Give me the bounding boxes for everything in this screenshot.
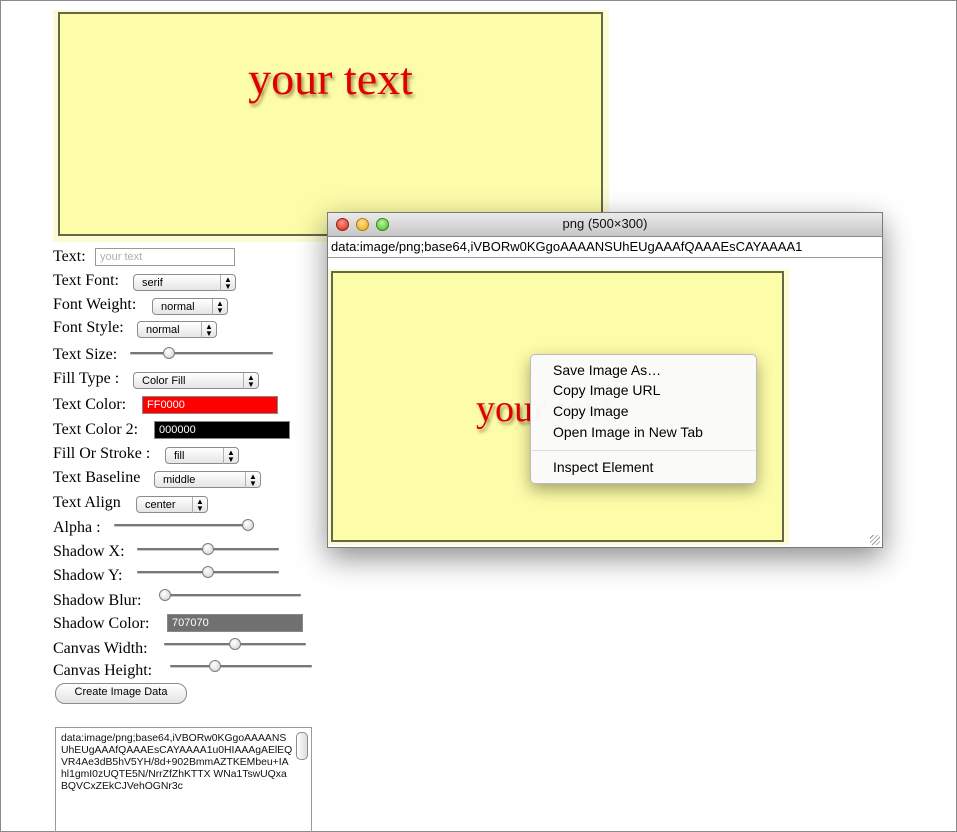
menu-separator <box>532 450 755 451</box>
slider-knob[interactable] <box>159 589 171 601</box>
resize-grip-icon[interactable] <box>870 535 880 545</box>
text-size-label: Text Size: <box>53 346 118 363</box>
text-font-row: Text Font: <box>53 272 119 290</box>
alpha-row: Alpha : <box>53 519 101 537</box>
text-color-label: Text Color: <box>53 396 127 413</box>
shadow-blur-label: Shadow Blur: <box>53 592 142 609</box>
fill-or-stroke-value: fill <box>174 450 185 462</box>
text-font-select[interactable]: serif ▲ ▼ <box>133 274 236 291</box>
select-arrows-icon: ▲ ▼ <box>243 373 258 389</box>
shadow-blur-row: Shadow Blur: <box>53 592 141 610</box>
fill-or-stroke-row: Fill Or Stroke : <box>53 445 150 463</box>
shadow-color-label: Shadow Color: <box>53 615 150 632</box>
font-style-select[interactable]: normal ▲ ▼ <box>137 321 217 338</box>
slider-knob[interactable] <box>242 519 254 531</box>
text-baseline-row: Text Baseline <box>53 469 140 487</box>
slider-knob[interactable] <box>229 638 241 650</box>
font-style-row: Font Style: <box>53 319 124 337</box>
select-arrows-icon: ▲ ▼ <box>201 322 216 338</box>
text-row: Text: <box>53 248 86 266</box>
font-weight-select[interactable]: normal ▲ ▼ <box>152 298 228 315</box>
canvas-width-slider[interactable] <box>164 638 306 650</box>
context-menu[interactable]: Save Image As… Copy Image URL Copy Image… <box>530 354 757 484</box>
canvas-preview: your text <box>58 12 603 236</box>
fill-type-label: Fill Type : <box>53 370 120 387</box>
select-arrows-icon: ▲ ▼ <box>220 275 235 291</box>
canvas-height-label: Canvas Height: <box>53 662 153 679</box>
fill-or-stroke-label: Fill Or Stroke : <box>53 445 151 462</box>
font-weight-row: Font Weight: <box>53 296 136 314</box>
fill-or-stroke-select[interactable]: fill ▲ ▼ <box>165 447 239 464</box>
slider-knob[interactable] <box>202 543 214 555</box>
menu-item-inspect-element[interactable]: Inspect Element <box>553 459 653 475</box>
menu-item-open-image-new-tab[interactable]: Open Image in New Tab <box>553 424 703 440</box>
text-align-row: Text Align <box>53 494 121 512</box>
create-image-data-button[interactable]: Create Image Data <box>55 683 187 704</box>
font-style-value: normal <box>146 324 180 336</box>
shadow-y-slider[interactable] <box>137 566 279 578</box>
alpha-label: Alpha : <box>53 519 101 536</box>
text-align-select[interactable]: center ▲ ▼ <box>136 496 208 513</box>
text-size-row: Text Size: <box>53 346 117 364</box>
text-font-label: Text Font: <box>53 272 119 289</box>
popup-title: png (500×300) <box>562 216 648 231</box>
canvas-text: your text <box>248 53 413 104</box>
text-size-slider[interactable] <box>130 347 273 359</box>
menu-item-save-image-as[interactable]: Save Image As… <box>553 362 661 378</box>
canvas-width-label: Canvas Width: <box>53 640 148 657</box>
slider-knob[interactable] <box>209 660 221 672</box>
menu-item-copy-image[interactable]: Copy Image <box>553 403 628 419</box>
slider-knob[interactable] <box>162 347 175 359</box>
fill-type-value: Color Fill <box>142 375 186 387</box>
popup-titlebar[interactable]: png (500×300) <box>328 213 882 237</box>
shadow-color-input[interactable]: 707070 <box>167 614 303 632</box>
text-baseline-select[interactable]: middle ▲ ▼ <box>154 471 261 488</box>
text-color-input[interactable]: FF0000 <box>142 396 278 414</box>
shadow-x-label: Shadow X: <box>53 543 125 560</box>
scrollbar-thumb[interactable] <box>296 732 308 760</box>
text-align-value: center <box>145 499 176 511</box>
text-font-value: serif <box>142 277 163 289</box>
shadow-x-slider[interactable] <box>137 543 279 555</box>
shadow-blur-slider[interactable] <box>159 589 301 601</box>
image-data-output[interactable]: data:image/png;base64,iVBORw0KGgoAAAANSU… <box>55 727 312 832</box>
canvas-height-slider[interactable] <box>170 660 312 672</box>
popup-url-field[interactable]: data:image/png;base64,iVBORw0KGgoAAAANSU… <box>328 237 882 258</box>
text-baseline-value: middle <box>163 474 196 486</box>
shadow-color-row: Shadow Color: <box>53 615 149 633</box>
text-color-2-label: Text Color 2: <box>53 421 139 438</box>
select-arrows-icon: ▲ ▼ <box>192 497 207 513</box>
text-input[interactable]: your text <box>95 248 235 266</box>
shadow-x-row: Shadow X: <box>53 543 125 561</box>
font-style-label: Font Style: <box>53 319 124 336</box>
fill-type-row: Fill Type : <box>53 370 119 388</box>
select-arrows-icon: ▲ ▼ <box>223 448 238 464</box>
text-align-label: Text Align <box>53 494 121 511</box>
font-weight-label: Font Weight: <box>53 296 137 313</box>
text-label: Text: <box>53 248 86 265</box>
select-arrows-icon: ▲ ▼ <box>212 299 227 315</box>
select-arrows-icon: ▲ ▼ <box>245 472 260 488</box>
shadow-y-row: Shadow Y: <box>53 567 123 585</box>
shadow-y-label: Shadow Y: <box>53 567 123 584</box>
alpha-slider[interactable] <box>114 519 254 531</box>
font-weight-value: normal <box>161 301 195 313</box>
text-color-2-row: Text Color 2: <box>53 421 138 439</box>
text-color-row: Text Color: <box>53 396 126 414</box>
canvas-height-row: Canvas Height: <box>53 662 152 680</box>
text-color-2-input[interactable]: 000000 <box>154 421 290 439</box>
text-baseline-label: Text Baseline <box>53 469 141 486</box>
slider-knob[interactable] <box>202 566 214 578</box>
fill-type-select[interactable]: Color Fill ▲ ▼ <box>133 372 259 389</box>
canvas-width-row: Canvas Width: <box>53 640 148 658</box>
image-data-text: data:image/png;base64,iVBORw0KGgoAAAANSU… <box>61 733 293 792</box>
menu-item-copy-image-url[interactable]: Copy Image URL <box>553 382 660 398</box>
